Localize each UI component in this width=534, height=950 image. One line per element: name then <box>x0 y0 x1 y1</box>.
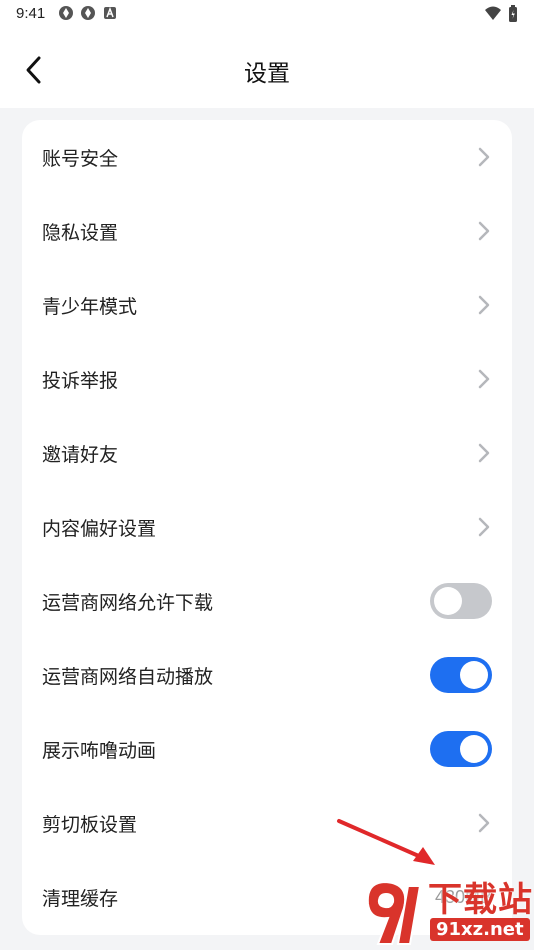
settings-item-teen-mode[interactable]: 青少年模式 <box>22 268 512 342</box>
settings-item-invite-friends[interactable]: 邀请好友 <box>22 416 512 490</box>
chevron-right-icon <box>478 813 490 833</box>
status-notification-icons <box>58 5 118 21</box>
settings-item-cellular-download: 运营商网络允许下载 <box>22 564 512 638</box>
settings-item-label: 内容偏好设置 <box>42 518 157 540</box>
settings-item-label: 邀请好友 <box>42 444 119 466</box>
watermark-text: 下载站 <box>428 881 533 919</box>
settings-item-content-preferences[interactable]: 内容偏好设置 <box>22 490 512 564</box>
chevron-right-icon <box>478 295 490 315</box>
toggle-knob <box>434 587 462 615</box>
settings-item-label: 运营商网络允许下载 <box>42 592 214 614</box>
settings-item-account-security[interactable]: 账号安全 <box>22 120 512 194</box>
settings-item-label: 隐私设置 <box>42 222 119 244</box>
status-time: 9:41 <box>16 5 46 22</box>
settings-item-label: 剪切板设置 <box>42 814 138 836</box>
show-animation-toggle[interactable] <box>430 731 492 767</box>
status-bar: 9:41 <box>0 0 534 30</box>
cellular-autoplay-toggle[interactable] <box>430 657 492 693</box>
app-notification-icon <box>81 6 95 20</box>
wifi-icon <box>485 6 501 20</box>
app-header: 设置 <box>0 30 534 108</box>
app-notification-icon <box>59 6 73 20</box>
chevron-right-icon <box>478 443 490 463</box>
toggle-knob <box>460 735 488 763</box>
settings-item-cellular-autoplay: 运营商网络自动播放 <box>22 638 512 712</box>
accessibility-icon <box>104 6 116 19</box>
chevron-right-icon <box>478 369 490 389</box>
status-system-icons <box>484 5 518 23</box>
settings-item-label: 青少年模式 <box>42 296 138 318</box>
page-title: 设置 <box>244 60 290 86</box>
settings-item-label: 运营商网络自动播放 <box>42 666 214 688</box>
cellular-download-toggle[interactable] <box>430 583 492 619</box>
settings-item-show-animation: 展示咘噜动画 <box>22 712 512 786</box>
settings-item-label: 投诉举报 <box>42 370 119 392</box>
annotation-arrow-icon <box>337 819 435 865</box>
watermark-url: 91xz.net <box>430 918 530 941</box>
settings-list: 账号安全 隐私设置 青少年模式 投诉举报 邀请好友 内容偏好设置 运营商网络允许… <box>22 120 512 935</box>
battery-icon <box>509 5 517 22</box>
watermark-logo-icon <box>366 880 422 945</box>
settings-item-label: 展示咘噜动画 <box>42 740 157 762</box>
watermark-logo: 下载站 91xz.net <box>362 870 534 950</box>
chevron-right-icon <box>478 517 490 537</box>
settings-item-report[interactable]: 投诉举报 <box>22 342 512 416</box>
settings-item-privacy[interactable]: 隐私设置 <box>22 194 512 268</box>
chevron-right-icon <box>478 147 490 167</box>
settings-item-label: 清理缓存 <box>42 888 119 910</box>
settings-item-label: 账号安全 <box>42 148 119 170</box>
toggle-knob <box>460 661 488 689</box>
chevron-right-icon <box>478 221 490 241</box>
